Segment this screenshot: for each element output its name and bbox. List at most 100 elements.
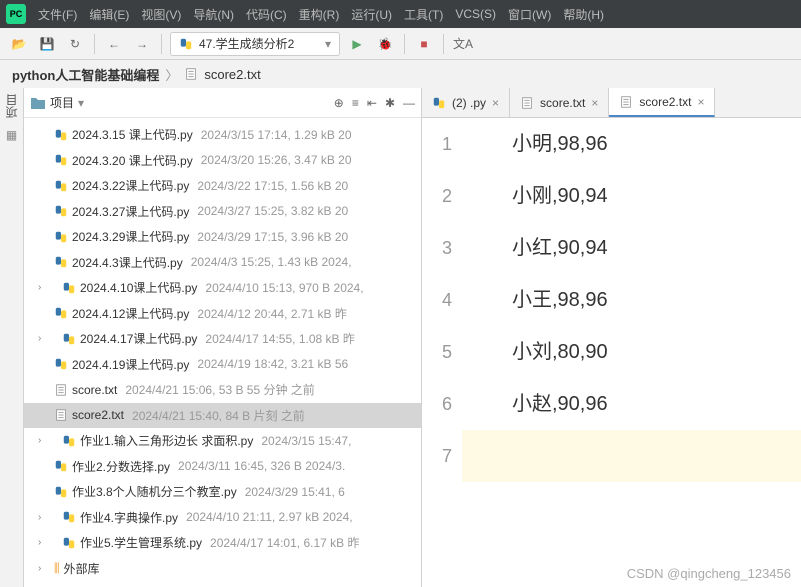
editor-line[interactable]: 小刚,90,94 [462,170,801,222]
tree-file-item[interactable]: 2024.4.19课上代码.py2024/4/19 18:42, 3.21 kB… [24,352,421,378]
python-file-icon [54,179,68,193]
file-name: 2024.4.3课上代码.py [72,254,183,271]
tree-file-item[interactable]: 2024.3.20 课上代码.py2024/3/20 15:26, 3.47 k… [24,148,421,174]
editor-content[interactable]: 小明,98,96小刚,90,94小红,90,94小王,98,96小刘,80,90… [462,118,801,587]
editor-line[interactable]: 小赵,90,96 [462,378,801,430]
back-icon[interactable]: ← [103,33,125,55]
file-name: 2024.3.22课上代码.py [72,177,189,194]
expand-arrow-icon[interactable]: › [38,333,50,344]
editor-line[interactable]: 小红,90,94 [462,222,801,274]
file-meta: 2024/3/20 15:26, 3.47 kB 20 [201,153,352,167]
python-file-icon [54,128,68,142]
run-config-selector[interactable]: 47.学生成绩分析2 ▾ [170,32,340,56]
tree-file-item[interactable]: 2024.4.12课上代码.py2024/4/12 20:44, 2.71 kB… [24,301,421,327]
text-file-icon [520,96,534,110]
settings-icon[interactable]: ✱ [385,96,395,110]
run-icon[interactable]: ▶ [346,33,368,55]
editor-line[interactable]: 小王,98,96 [462,274,801,326]
editor-tab[interactable]: (2) .py× [422,88,510,117]
menu-file[interactable]: 文件(F) [38,6,77,23]
file-name: 作业2.分数选择.py [72,458,170,475]
tree-file-item[interactable]: 2024.3.22课上代码.py2024/3/22 17:15, 1.56 kB… [24,173,421,199]
menu-vcs[interactable]: VCS(S) [455,7,496,21]
file-meta: 2024/3/11 16:45, 326 B 2024/3. [178,459,345,473]
app-logo: PC [6,4,26,24]
tree-file-item[interactable]: 2024.3.15 课上代码.py2024/3/15 17:14, 1.29 k… [24,122,421,148]
tree-file-item[interactable]: ›2024.4.10课上代码.py2024/4/10 15:13, 970 B … [24,275,421,301]
target-icon[interactable]: ⊕ [334,96,344,110]
save-icon[interactable]: 💾 [36,33,58,55]
watermark: CSDN @qingcheng_123456 [627,566,791,581]
tree-file-item[interactable]: 作业3.8个人随机分三个教室.py2024/3/29 15:41, 6 [24,479,421,505]
expand-icon[interactable]: ≡ [352,96,359,110]
editor-line[interactable]: 小刘,80,90 [462,326,801,378]
file-name: 2024.4.10课上代码.py [80,279,197,296]
menu-view[interactable]: 视图(V) [141,6,181,23]
open-icon[interactable]: 📂 [8,33,30,55]
tree-file-item[interactable]: score2.txt2024/4/21 15:40, 84 B 片刻 之前 [24,403,421,429]
collapse-icon[interactable]: ⇤ [367,96,377,110]
breadcrumb-root[interactable]: python人工智能基础编程 [12,65,159,84]
file-name: 作业3.8个人随机分三个教室.py [72,483,237,500]
external-lib-label: 外部库 [64,560,100,577]
stop-icon[interactable]: ■ [413,33,435,55]
line-number: 5 [422,326,452,378]
debug-icon[interactable]: 🐞 [374,33,396,55]
python-file-icon [54,485,68,499]
project-tool-button[interactable]: 项目 [3,94,20,118]
panel-header: 项目 ▾ ⊕ ≡ ⇤ ✱ — [24,88,421,118]
tree-file-item[interactable]: 2024.3.27课上代码.py2024/3/27 15:25, 3.82 kB… [24,199,421,225]
menu-window[interactable]: 窗口(W) [508,6,551,23]
line-number: 1 [422,118,452,170]
text-file-icon [619,95,633,109]
menu-edit[interactable]: 编辑(E) [89,6,129,23]
tree-file-item[interactable]: score.txt2024/4/21 15:06, 53 B 55 分钟 之前 [24,377,421,403]
close-icon[interactable]: × [697,95,704,109]
editor-line[interactable] [462,430,801,482]
expand-arrow-icon[interactable]: › [38,537,50,548]
expand-arrow-icon[interactable]: › [38,563,50,574]
tree-file-item[interactable]: 作业2.分数选择.py 2024/3/11 16:45, 326 B 2024/3… [24,454,421,480]
menu-run[interactable]: 运行(U) [351,6,392,23]
tree-file-item[interactable]: ›2024.4.17课上代码.py2024/4/17 14:55, 1.08 k… [24,326,421,352]
tree-file-item[interactable]: ›作业1.输入三角形边长 求面积.py2024/3/15 15:47, [24,428,421,454]
structure-icon[interactable]: ▦ [6,128,17,142]
expand-arrow-icon[interactable]: › [38,435,50,446]
toolbar: 📂 💾 ↻ ← → 47.学生成绩分析2 ▾ ▶ 🐞 ■ 文A [0,28,801,60]
project-tree[interactable]: 2024.3.15 课上代码.py2024/3/15 17:14, 1.29 k… [24,118,421,587]
expand-arrow-icon[interactable]: › [38,282,50,293]
expand-arrow-icon[interactable]: › [38,512,50,523]
close-icon[interactable]: × [492,96,499,110]
menu-code[interactable]: 代码(C) [246,6,287,23]
tree-file-item[interactable]: 2024.3.29课上代码.py2024/3/29 17:15, 3.96 kB… [24,224,421,250]
editor-tab[interactable]: score.txt× [510,88,609,117]
close-icon[interactable]: × [591,96,598,110]
chevron-down-icon[interactable]: ▾ [78,96,84,110]
line-number: 4 [422,274,452,326]
menu-tools[interactable]: 工具(T) [404,6,443,23]
file-meta: 2024/4/21 15:40, 84 B 片刻 之前 [132,407,305,424]
menu-navigate[interactable]: 导航(N) [193,6,234,23]
tree-file-item[interactable]: 2024.4.3课上代码.py2024/4/3 15:25, 1.43 kB 2… [24,250,421,276]
file-name: 2024.3.27课上代码.py [72,203,189,220]
menu-refactor[interactable]: 重构(R) [299,6,340,23]
breadcrumb-file[interactable]: score2.txt [204,67,260,82]
tree-file-item[interactable]: ›作业5.学生管理系统.py2024/4/17 14:01, 6.17 kB 昨 [24,530,421,556]
chevron-down-icon: ▾ [325,37,331,51]
python-file-icon [54,459,68,473]
editor-line[interactable]: 小明,98,96 [462,118,801,170]
external-libraries[interactable]: › ⫼ 外部库 [24,556,421,582]
panel-title-label: 项目 [50,94,74,111]
hide-icon[interactable]: — [403,96,415,110]
file-name: 2024.4.17课上代码.py [80,330,197,347]
tree-file-item[interactable]: ›作业4.字典操作.py2024/4/10 21:11, 2.97 kB 202… [24,505,421,531]
editor-body[interactable]: 1234567 小明,98,96小刚,90,94小红,90,94小王,98,96… [422,118,801,587]
menu-help[interactable]: 帮助(H) [563,6,604,23]
sync-icon[interactable]: ↻ [64,33,86,55]
line-number: 7 [422,430,452,482]
file-meta: 2024/4/17 14:01, 6.17 kB 昨 [210,534,359,551]
forward-icon[interactable]: → [131,33,153,55]
translate-icon[interactable]: 文A [452,33,474,55]
editor-tab[interactable]: score2.txt× [609,88,715,117]
file-meta: 2024/4/21 15:06, 53 B 55 分钟 之前 [125,381,314,398]
